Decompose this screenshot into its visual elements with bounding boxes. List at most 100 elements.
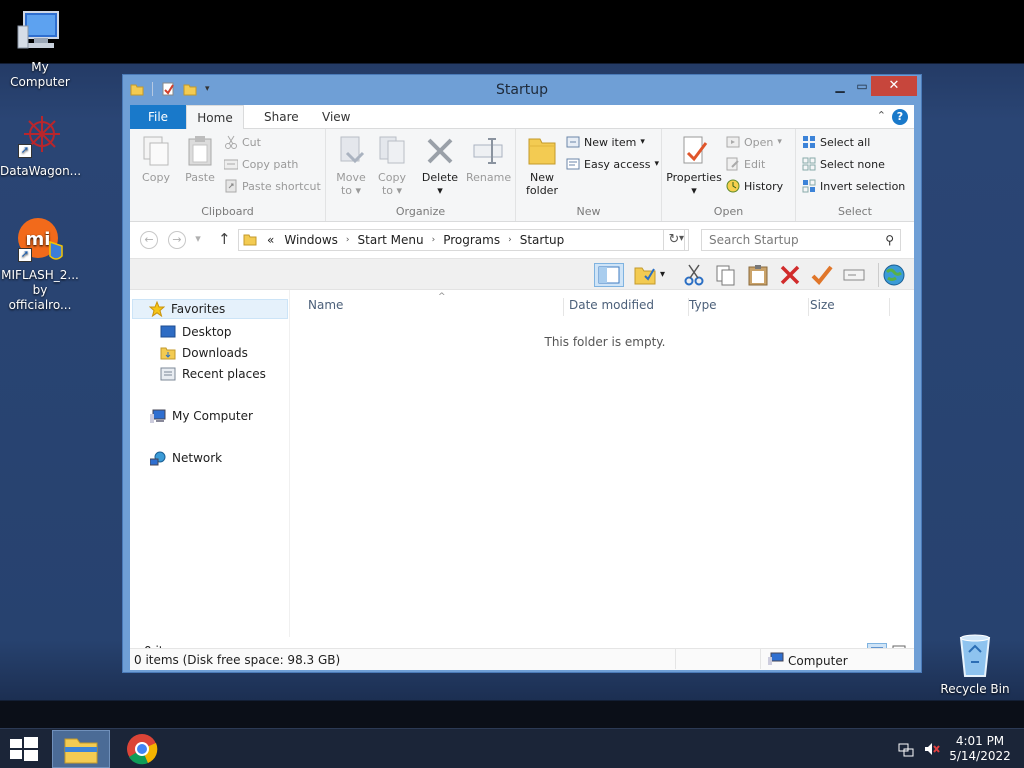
chevron-down-icon[interactable]: ▾ bbox=[660, 263, 672, 287]
copy-icon[interactable] bbox=[714, 263, 738, 287]
open-button[interactable]: Open ▾ bbox=[726, 133, 782, 151]
nav-label-desktop: Desktop bbox=[182, 325, 232, 339]
history-button[interactable]: History bbox=[726, 177, 783, 195]
copy-button[interactable]: Copy bbox=[138, 135, 174, 184]
toolbar-separator bbox=[878, 263, 879, 287]
column-header-name[interactable]: Name ^ bbox=[308, 292, 564, 316]
forward-button[interactable]: → bbox=[168, 231, 186, 249]
delete-button[interactable]: Delete ▾ bbox=[420, 135, 460, 197]
tab-view[interactable]: View bbox=[308, 105, 364, 129]
ribbon-group-open: Properties ▾ Open ▾ Edit History Open bbox=[662, 129, 796, 221]
network-icon bbox=[149, 450, 166, 466]
paste-button[interactable]: Paste bbox=[180, 135, 220, 184]
ribbon-collapse-icon[interactable]: ⌃ bbox=[877, 109, 886, 122]
address-bar[interactable]: « Windows › Start Menu › Programs › Star… bbox=[238, 229, 689, 251]
new-folder-icon bbox=[526, 135, 558, 167]
search-icon[interactable]: ⚲ bbox=[885, 230, 894, 250]
delete-icon[interactable] bbox=[778, 263, 802, 287]
volume-muted-icon[interactable] bbox=[924, 741, 940, 760]
ribbon-group-new: New folder New item ▾ Easy access ▾ New bbox=[516, 129, 662, 221]
back-button[interactable]: ← bbox=[140, 231, 158, 249]
nav-item-favorites[interactable]: Favorites bbox=[132, 299, 288, 319]
tab-share[interactable]: Share bbox=[250, 105, 313, 129]
preview-pane-button[interactable] bbox=[594, 263, 624, 287]
select-all-button[interactable]: Select all bbox=[802, 133, 870, 151]
window-title: Startup bbox=[496, 82, 548, 98]
breadcrumb-separator-icon[interactable]: › bbox=[432, 235, 436, 245]
file-list: Name ^ Date modified Type Size This fold… bbox=[296, 290, 914, 637]
copy-icon bbox=[140, 135, 172, 167]
group-label-new: New bbox=[576, 205, 601, 218]
nav-item-network[interactable]: Network bbox=[149, 448, 222, 468]
desktop-icon-my-computer[interactable]: My Computer bbox=[0, 8, 80, 90]
easy-access-icon bbox=[566, 157, 580, 171]
nav-item-recent-places[interactable]: Recent places bbox=[160, 364, 266, 384]
invert-selection-button[interactable]: Invert selection bbox=[802, 177, 905, 195]
search-box[interactable]: Search Startup ⚲ bbox=[701, 229, 901, 251]
cut-button[interactable]: Cut bbox=[224, 133, 261, 151]
desktop-icon-miflash[interactable]: mi ➚ MIFLASH_2... by officialro... bbox=[0, 216, 80, 313]
recent-locations-chevron-icon[interactable]: ▾ bbox=[193, 231, 203, 249]
help-icon[interactable]: ? bbox=[892, 109, 908, 125]
column-header-date-modified[interactable]: Date modified bbox=[569, 298, 689, 316]
breadcrumb-overflow[interactable]: « bbox=[267, 233, 274, 247]
column-header-type[interactable]: Type bbox=[689, 298, 809, 316]
desktop-icon-label-line2: by officialro... bbox=[8, 283, 72, 312]
tab-home[interactable]: Home bbox=[186, 105, 244, 130]
chevron-down-icon: ▾ bbox=[777, 137, 782, 147]
globe-icon[interactable] bbox=[882, 263, 906, 287]
copy-to-button[interactable]: Copy to ▾ bbox=[374, 135, 410, 197]
checkmark-icon[interactable] bbox=[810, 263, 834, 287]
start-button[interactable] bbox=[10, 737, 38, 761]
new-item-button[interactable]: New item ▾ bbox=[566, 133, 645, 151]
breadcrumb-programs[interactable]: Programs bbox=[443, 233, 500, 247]
clock-date: 5/14/2022 bbox=[949, 749, 1011, 763]
nav-item-desktop[interactable]: Desktop bbox=[160, 322, 232, 342]
taskbar-file-explorer[interactable] bbox=[52, 730, 110, 768]
new-item-icon bbox=[566, 135, 580, 149]
status-disk-space: 0 items (Disk free space: 98.3 GB) bbox=[134, 653, 341, 667]
taskbar-chrome[interactable] bbox=[126, 733, 158, 765]
easy-access-button[interactable]: Easy access ▾ bbox=[566, 155, 659, 173]
breadcrumb-windows[interactable]: Windows bbox=[284, 233, 338, 247]
select-none-button[interactable]: Select none bbox=[802, 155, 885, 173]
paste-icon[interactable] bbox=[746, 263, 770, 287]
move-to-button[interactable]: Move to ▾ bbox=[332, 135, 370, 197]
desktop-icon-datawagon[interactable]: ➚ DataWagon... bbox=[0, 112, 81, 179]
nav-item-downloads[interactable]: Downloads bbox=[160, 343, 248, 363]
nav-item-my-computer[interactable]: My Computer bbox=[150, 406, 253, 426]
desktop-icon-recycle-bin[interactable]: Recycle Bin bbox=[935, 630, 1015, 697]
breadcrumb-start-menu[interactable]: Start Menu bbox=[358, 233, 424, 247]
breadcrumb-separator-icon[interactable]: › bbox=[346, 235, 350, 245]
properties-button[interactable]: Properties ▾ bbox=[666, 135, 722, 197]
folder-options-icon[interactable] bbox=[633, 263, 657, 287]
computer-icon bbox=[150, 408, 166, 424]
paste-shortcut-button[interactable]: Paste shortcut bbox=[224, 177, 321, 195]
rename-icon bbox=[472, 135, 504, 167]
move-to-label: Move bbox=[336, 171, 366, 184]
title-bar[interactable]: ▾ Startup ▁ ▭ ✕ bbox=[123, 75, 921, 105]
refresh-button[interactable]: ↻ bbox=[663, 229, 685, 251]
column-header-size[interactable]: Size bbox=[810, 298, 890, 316]
column-name-label: Name bbox=[308, 298, 344, 312]
history-icon bbox=[726, 179, 740, 193]
tab-file[interactable]: File bbox=[130, 105, 186, 129]
system-tray bbox=[898, 741, 940, 760]
sort-ascending-icon: ^ bbox=[438, 292, 446, 302]
breadcrumb-separator-icon[interactable]: › bbox=[508, 235, 512, 245]
explorer-window: ▾ Startup ▁ ▭ ✕ File Home Share View ⌃ ?… bbox=[122, 74, 922, 673]
close-button[interactable]: ✕ bbox=[871, 76, 917, 96]
up-button[interactable]: ↑ bbox=[218, 230, 231, 248]
group-label-clipboard: Clipboard bbox=[201, 205, 254, 218]
breadcrumb-startup[interactable]: Startup bbox=[520, 233, 565, 247]
miflash-icon: mi ➚ bbox=[16, 216, 64, 264]
copy-path-button[interactable]: Copy path bbox=[223, 155, 298, 173]
rename-button[interactable]: Rename bbox=[466, 135, 511, 184]
new-folder-button[interactable]: New folder bbox=[522, 135, 562, 197]
new-folder-label-2: folder bbox=[526, 184, 558, 197]
rename-icon[interactable] bbox=[842, 263, 866, 287]
clock[interactable]: 4:01 PM 5/14/2022 bbox=[940, 734, 1020, 764]
edit-button[interactable]: Edit bbox=[726, 155, 765, 173]
network-tray-icon[interactable] bbox=[898, 741, 914, 760]
scissors-icon[interactable] bbox=[682, 263, 706, 287]
